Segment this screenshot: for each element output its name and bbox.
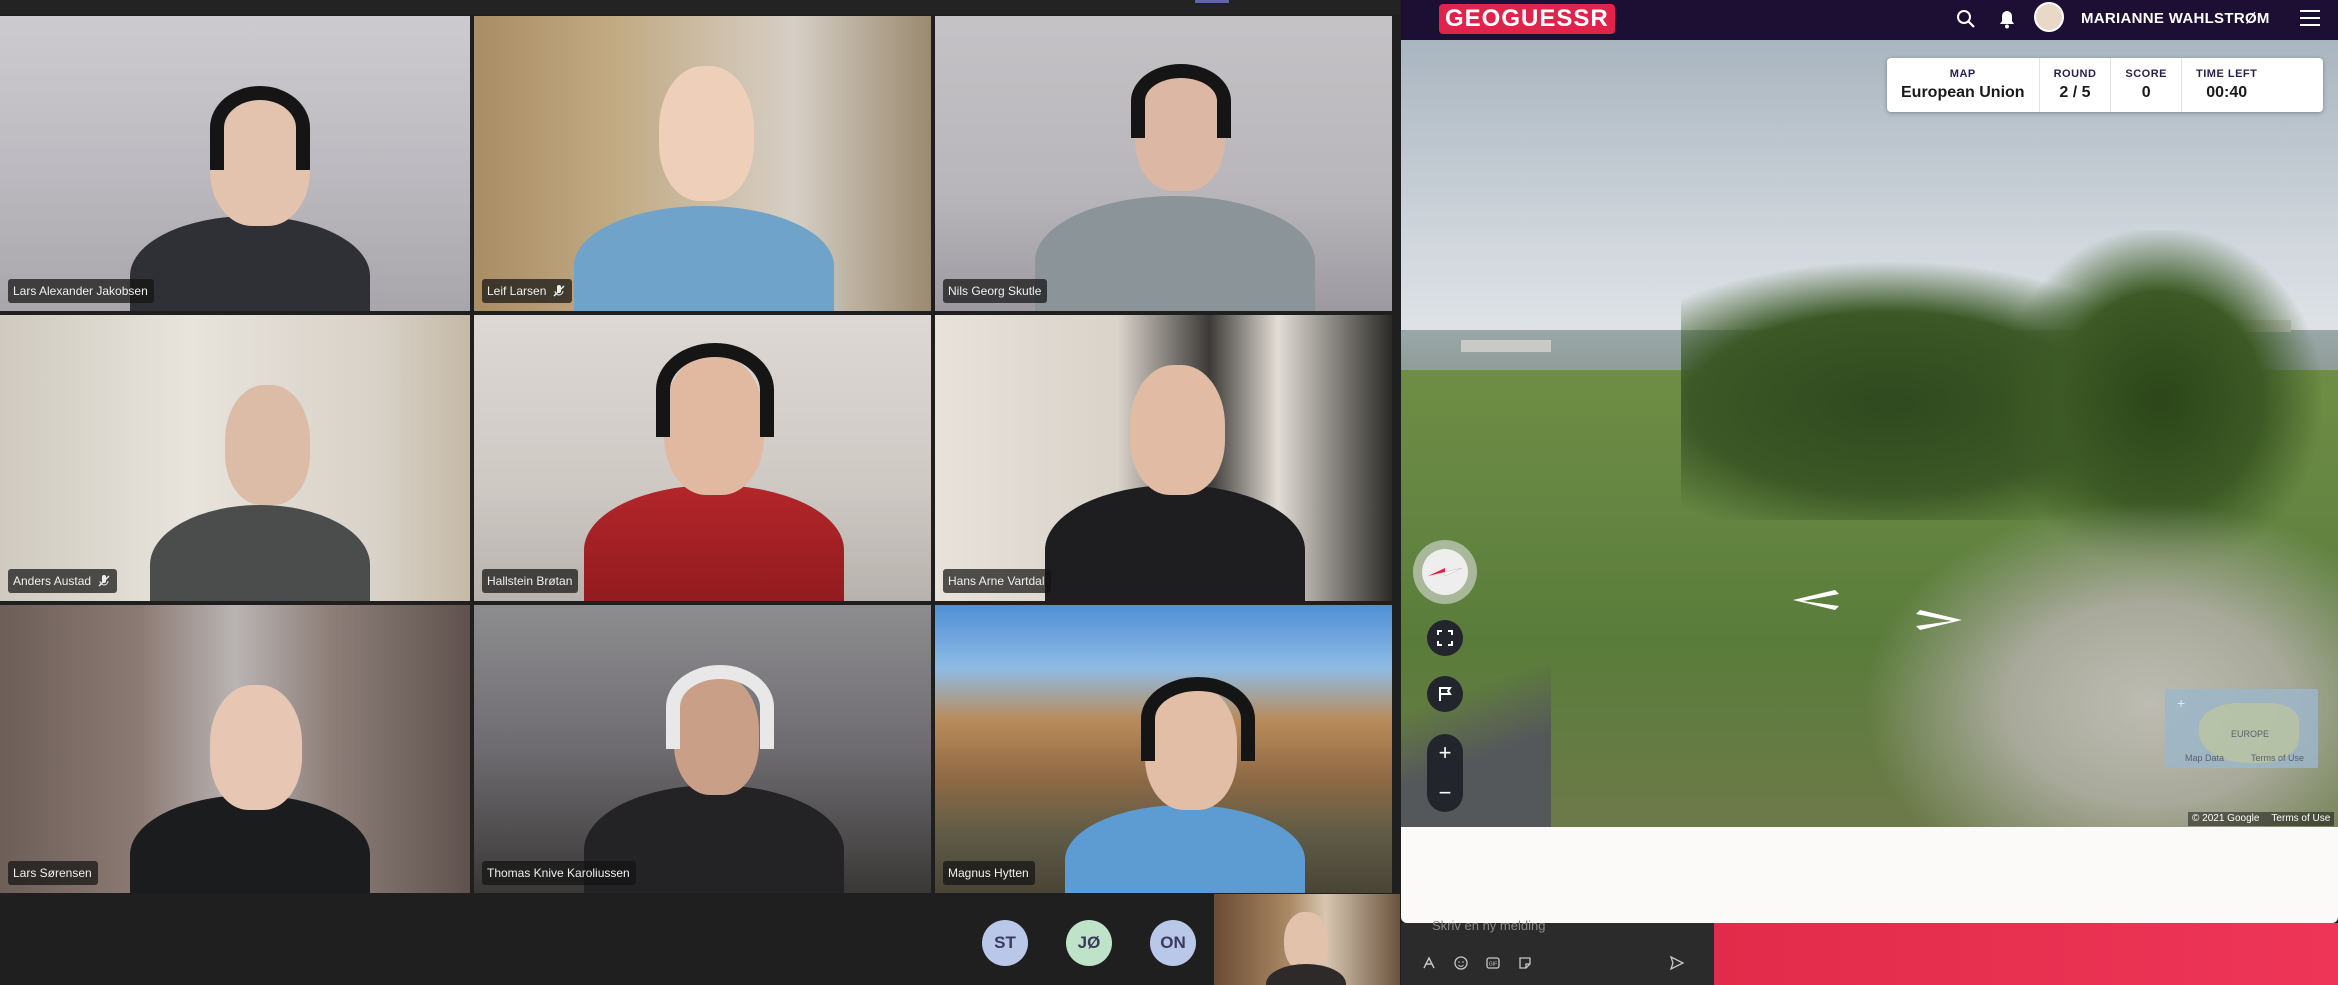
hud-score: SCORE 0 xyxy=(2111,58,2183,112)
hud-time: TIME LEFT 00:40 xyxy=(2182,58,2271,112)
distant-building xyxy=(1461,340,1551,352)
format-icon[interactable] xyxy=(1420,954,1438,972)
active-indicator xyxy=(1195,0,1229,3)
compass-icon[interactable] xyxy=(1413,540,1477,604)
hamburger-menu-icon[interactable] xyxy=(2300,10,2320,26)
mic-off-icon xyxy=(552,284,566,298)
overlay-panel xyxy=(1401,827,2338,923)
video-tile[interactable]: Anders Austad xyxy=(0,315,470,601)
zoom-in-icon[interactable]: + xyxy=(1427,742,1463,764)
geoguessr-header: GEOGUESSR MARIANNE WAHLSTRØM xyxy=(1401,0,2338,40)
video-tile[interactable]: Hans Arne Vartdal xyxy=(935,315,1392,601)
participant-name: Hallstein Brøtan xyxy=(487,574,573,588)
participant-name: Thomas Knive Karoliussen xyxy=(487,866,630,880)
minimap-region-label: EUROPE xyxy=(2231,729,2270,739)
participant-name-tag: Thomas Knive Karoliussen xyxy=(482,861,636,885)
send-icon[interactable] xyxy=(1669,955,1685,976)
participant-name-tag: Anders Austad xyxy=(8,569,118,593)
sticker-icon[interactable] xyxy=(1516,954,1534,972)
hud-map: MAP European Union xyxy=(1887,58,2040,112)
mic-off-icon xyxy=(97,574,111,588)
terms-link[interactable]: Terms of Use xyxy=(2271,812,2330,826)
round-value: 2 / 5 xyxy=(2059,84,2091,101)
participant-name: Magnus Hytten xyxy=(948,866,1029,880)
participant-name: Lars Alexander Jakobsen xyxy=(13,284,148,298)
participant-name: Nils Georg Skutle xyxy=(948,284,1042,298)
geoguessr-logo[interactable]: GEOGUESSR xyxy=(1439,4,1615,34)
video-tile[interactable]: Hallstein Brøtan xyxy=(474,315,931,601)
participant-name-tag: Magnus Hytten xyxy=(943,861,1035,885)
video-tile[interactable]: Thomas Knive Karoliussen xyxy=(474,605,931,893)
map-value: European Union xyxy=(1901,84,2025,101)
video-tile[interactable]: Lars Sørensen xyxy=(0,605,470,893)
minimap-map-data[interactable]: Map Data xyxy=(2185,753,2224,763)
participant-name-tag: Lars Alexander Jakobsen xyxy=(8,279,154,303)
video-tile[interactable]: Lars Alexander Jakobsen xyxy=(0,16,470,311)
geoguessr-footer-background xyxy=(1714,923,2338,985)
navigate-forward-arrow[interactable] xyxy=(1906,608,1962,630)
video-tile[interactable]: Nils Georg Skutle xyxy=(935,16,1392,311)
video-tile[interactable]: Leif Larsen xyxy=(474,16,931,311)
game-status-panel: MAP European Union ROUND 2 / 5 SCORE 0 T… xyxy=(1887,58,2323,112)
score-label: SCORE xyxy=(2125,68,2168,80)
hud-round: ROUND 2 / 5 xyxy=(2040,58,2112,112)
minimap-expand-icon[interactable]: + xyxy=(2177,695,2185,711)
return-to-start-button[interactable] xyxy=(1427,676,1463,712)
road-edge xyxy=(1401,640,1551,827)
navigate-back-arrow[interactable] xyxy=(1789,588,1839,610)
participant-name-tag: Leif Larsen xyxy=(482,279,573,303)
logo-text: GEOGUESSR xyxy=(1445,5,1609,32)
participant-name-tag: Lars Sørensen xyxy=(8,861,98,885)
participant-name-tag: Hallstein Brøtan xyxy=(482,569,579,593)
self-view-video[interactable] xyxy=(1214,894,1400,985)
participant-name: Lars Sørensen xyxy=(13,866,92,880)
svg-text:GIF: GIF xyxy=(1489,962,1497,968)
score-value: 0 xyxy=(2141,84,2151,101)
chat-toolbar: GIF xyxy=(1420,954,1534,972)
copyright-text: © 2021 Google xyxy=(2192,813,2260,824)
minimap-terms[interactable]: Terms of Use xyxy=(2251,753,2304,763)
participant-avatar[interactable]: ON xyxy=(1150,920,1196,966)
street-view-attribution: © 2021 Google Terms of Use xyxy=(2188,812,2335,826)
round-label: ROUND xyxy=(2053,68,2097,80)
zoom-controls: + − xyxy=(1427,734,1463,812)
search-icon[interactable] xyxy=(1955,8,1977,30)
fullscreen-button[interactable] xyxy=(1427,620,1463,656)
avatar-initials: ST xyxy=(994,933,1016,952)
user-avatar[interactable] xyxy=(2034,2,2064,32)
emoji-icon[interactable] xyxy=(1452,954,1470,972)
participant-name: Leif Larsen xyxy=(487,284,547,298)
participant-name-tag: Hans Arne Vartdal xyxy=(943,569,1051,593)
participant-name: Anders Austad xyxy=(13,574,92,588)
meeting-top-strip xyxy=(0,0,1400,14)
time-left-label: TIME LEFT xyxy=(2196,68,2258,80)
flag-icon xyxy=(1439,687,1452,701)
time-left-value: 00:40 xyxy=(2206,84,2248,101)
participant-name-tag: Nils Georg Skutle xyxy=(943,279,1048,303)
video-tile[interactable]: Magnus Hytten xyxy=(935,605,1392,893)
username[interactable]: MARIANNE WAHLSTRØM xyxy=(2081,10,2270,27)
participant-avatar[interactable]: JØ xyxy=(1066,920,1112,966)
meeting-window: Lars Alexander Jakobsen Leif Larsen Nils… xyxy=(0,0,1400,985)
guess-minimap[interactable]: + EUROPE Map Data Terms of Use xyxy=(2165,689,2318,768)
zoom-out-icon[interactable]: − xyxy=(1427,782,1463,804)
participant-avatar[interactable]: ST xyxy=(982,920,1028,966)
map-label: MAP xyxy=(1949,68,1976,80)
avatar-initials: JØ xyxy=(1077,933,1101,952)
gif-icon[interactable]: GIF xyxy=(1484,954,1502,972)
chat-message-input[interactable]: Skriv en ny melding xyxy=(1416,913,1693,943)
avatar-initials: ON xyxy=(1160,933,1186,952)
fullscreen-icon xyxy=(1437,630,1453,646)
bell-icon[interactable] xyxy=(1996,8,2018,30)
participant-name: Hans Arne Vartdal xyxy=(948,574,1045,588)
dirt-path xyxy=(1861,500,2338,827)
